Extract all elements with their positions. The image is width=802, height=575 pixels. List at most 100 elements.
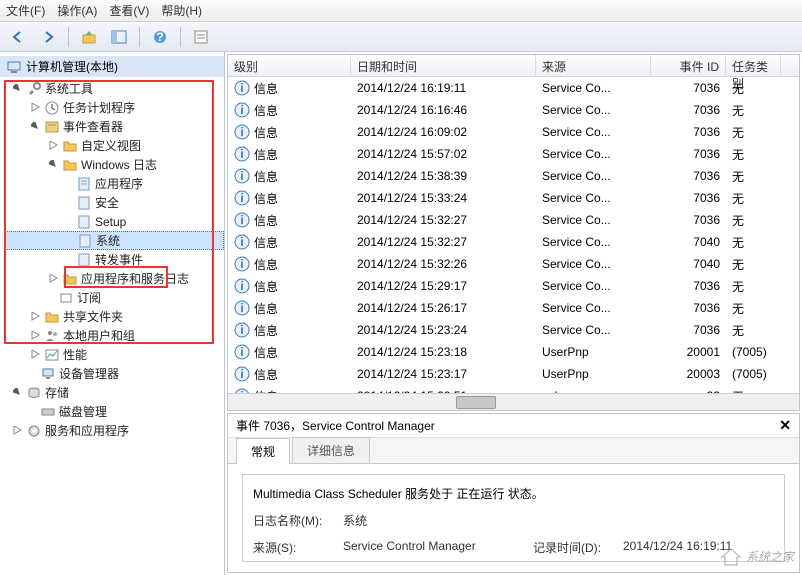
table-row[interactable]: i信息2014/12/24 16:16:46Service Co...7036无	[228, 99, 799, 121]
col-source[interactable]: 来源	[536, 55, 651, 76]
cell-level: 信息	[254, 190, 278, 207]
table-row[interactable]: i信息2014/12/24 15:57:02Service Co...7036无	[228, 143, 799, 165]
table-row[interactable]: i信息2014/12/24 15:23:24Service Co...7036无	[228, 319, 799, 341]
svg-text:i: i	[240, 301, 243, 315]
node-windows-logs[interactable]: Windows 日志	[4, 155, 224, 174]
table-row[interactable]: i信息2014/12/24 15:32:27Service Co...7036无	[228, 209, 799, 231]
expander-closed-icon[interactable]	[48, 273, 59, 284]
cell-source: Service Co...	[536, 323, 651, 337]
node-app-service-logs[interactable]: 应用程序和服务日志	[4, 269, 224, 288]
menu-file[interactable]: 文件(F)	[6, 2, 45, 19]
close-icon[interactable]: ✕	[779, 417, 791, 434]
node-log-system[interactable]: 系统	[4, 231, 224, 250]
svg-text:i: i	[240, 103, 243, 117]
menu-action[interactable]: 操作(A)	[57, 2, 97, 19]
node-log-setup[interactable]: Setup	[4, 212, 224, 231]
node-custom-views[interactable]: 自定义视图	[4, 136, 224, 155]
node-shared-folders[interactable]: 共享文件夹	[4, 307, 224, 326]
expander-open-icon[interactable]	[30, 121, 41, 132]
cell-level: 信息	[254, 322, 278, 339]
node-log-forwarded[interactable]: 转发事件	[4, 250, 224, 269]
col-event-id[interactable]: 事件 ID	[651, 55, 726, 76]
log-icon	[77, 233, 93, 249]
node-local-users[interactable]: 本地用户和组	[4, 326, 224, 345]
back-button[interactable]	[6, 26, 30, 48]
disk-icon	[40, 404, 56, 420]
expander-closed-icon[interactable]	[30, 102, 41, 113]
svg-text:i: i	[240, 191, 243, 205]
table-row[interactable]: i信息2014/12/24 15:23:18UserPnp20001(7005)	[228, 341, 799, 363]
cell-event-id: 7036	[651, 103, 726, 117]
event-table: 级别 日期和时间 来源 事件 ID 任务类别 i信息2014/12/24 16:…	[227, 54, 800, 411]
table-row[interactable]: i信息2014/12/24 15:22:51volsnap33无	[228, 385, 799, 393]
expander-closed-icon[interactable]	[12, 425, 23, 436]
cell-task: 无	[726, 80, 781, 97]
detail-title-text: 事件 7036，Service Control Manager	[236, 417, 435, 434]
table-row[interactable]: i信息2014/12/24 15:26:17Service Co...7036无	[228, 297, 799, 319]
menu-view[interactable]: 查看(V)	[109, 2, 149, 19]
node-services-apps[interactable]: 服务和应用程序	[4, 421, 224, 440]
node-disk-management[interactable]: 磁盘管理	[4, 402, 224, 421]
expander-open-icon[interactable]	[48, 159, 59, 170]
forward-button[interactable]	[36, 26, 60, 48]
up-button[interactable]	[77, 26, 101, 48]
cell-event-id: 7036	[651, 169, 726, 183]
cell-level: 信息	[254, 212, 278, 229]
help-button[interactable]: ?	[148, 26, 172, 48]
table-row[interactable]: i信息2014/12/24 16:09:02Service Co...7036无	[228, 121, 799, 143]
col-level[interactable]: 级别	[228, 55, 351, 76]
cell-source: Service Co...	[536, 257, 651, 271]
cell-source: Service Co...	[536, 81, 651, 95]
table-row[interactable]: i信息2014/12/24 15:32:27Service Co...7040无	[228, 231, 799, 253]
cell-datetime: 2014/12/24 15:32:27	[351, 235, 536, 249]
node-performance[interactable]: 性能	[4, 345, 224, 364]
tab-general[interactable]: 常规	[236, 438, 290, 464]
table-row[interactable]: i信息2014/12/24 15:38:39Service Co...7036无	[228, 165, 799, 187]
detail-message: Multimedia Class Scheduler 服务处于 正在运行 状态。	[253, 485, 774, 502]
cell-source: Service Co...	[536, 147, 651, 161]
expander-open-icon[interactable]	[12, 387, 23, 398]
col-task-category[interactable]: 任务类别	[726, 55, 781, 76]
cell-task: 无	[726, 124, 781, 141]
horizontal-scrollbar[interactable]	[228, 393, 799, 410]
expander-closed-icon[interactable]	[30, 330, 41, 341]
table-row[interactable]: i信息2014/12/24 15:23:17UserPnp20003(7005)	[228, 363, 799, 385]
cell-event-id: 7036	[651, 323, 726, 337]
table-row[interactable]: i信息2014/12/24 15:29:17Service Co...7036无	[228, 275, 799, 297]
col-datetime[interactable]: 日期和时间	[351, 55, 536, 76]
shared-folder-icon	[44, 309, 60, 325]
cell-datetime: 2014/12/24 16:16:46	[351, 103, 536, 117]
cell-event-id: 7036	[651, 81, 726, 95]
expander-closed-icon[interactable]	[48, 140, 59, 151]
table-row[interactable]: i信息2014/12/24 15:32:26Service Co...7040无	[228, 253, 799, 275]
node-device-manager[interactable]: 设备管理器	[4, 364, 224, 383]
toolbar: ?	[0, 22, 802, 52]
cell-datetime: 2014/12/24 16:19:11	[351, 81, 536, 95]
table-row[interactable]: i信息2014/12/24 15:33:24Service Co...7036无	[228, 187, 799, 209]
cell-source: Service Co...	[536, 191, 651, 205]
node-storage[interactable]: 存储	[4, 383, 224, 402]
expander-open-icon[interactable]	[12, 83, 23, 94]
node-task-scheduler[interactable]: 任务计划程序	[4, 98, 224, 117]
tab-details[interactable]: 详细信息	[292, 437, 370, 463]
node-event-viewer[interactable]: 事件查看器	[4, 117, 224, 136]
value-source: Service Control Manager	[343, 539, 533, 556]
cell-event-id: 7036	[651, 125, 726, 139]
value-logged: 2014/12/24 16:19:11	[623, 539, 732, 556]
tree-root[interactable]: 计算机管理(本地)	[0, 56, 224, 77]
table-row[interactable]: i信息2014/12/24 16:19:11Service Co...7036无	[228, 77, 799, 99]
node-system-tools[interactable]: 系统工具	[4, 79, 224, 98]
expander-closed-icon[interactable]	[30, 311, 41, 322]
clock-icon	[44, 100, 60, 116]
node-log-application[interactable]: 应用程序	[4, 174, 224, 193]
properties-button[interactable]	[189, 26, 213, 48]
node-subscriptions[interactable]: 订阅	[4, 288, 224, 307]
cell-event-id: 7036	[651, 191, 726, 205]
expander-closed-icon[interactable]	[30, 349, 41, 360]
node-log-security[interactable]: 安全	[4, 193, 224, 212]
cell-datetime: 2014/12/24 15:23:17	[351, 367, 536, 381]
device-icon	[40, 366, 56, 382]
panel-toggle-button[interactable]	[107, 26, 131, 48]
svg-text:i: i	[240, 323, 243, 337]
menu-help[interactable]: 帮助(H)	[161, 2, 202, 19]
